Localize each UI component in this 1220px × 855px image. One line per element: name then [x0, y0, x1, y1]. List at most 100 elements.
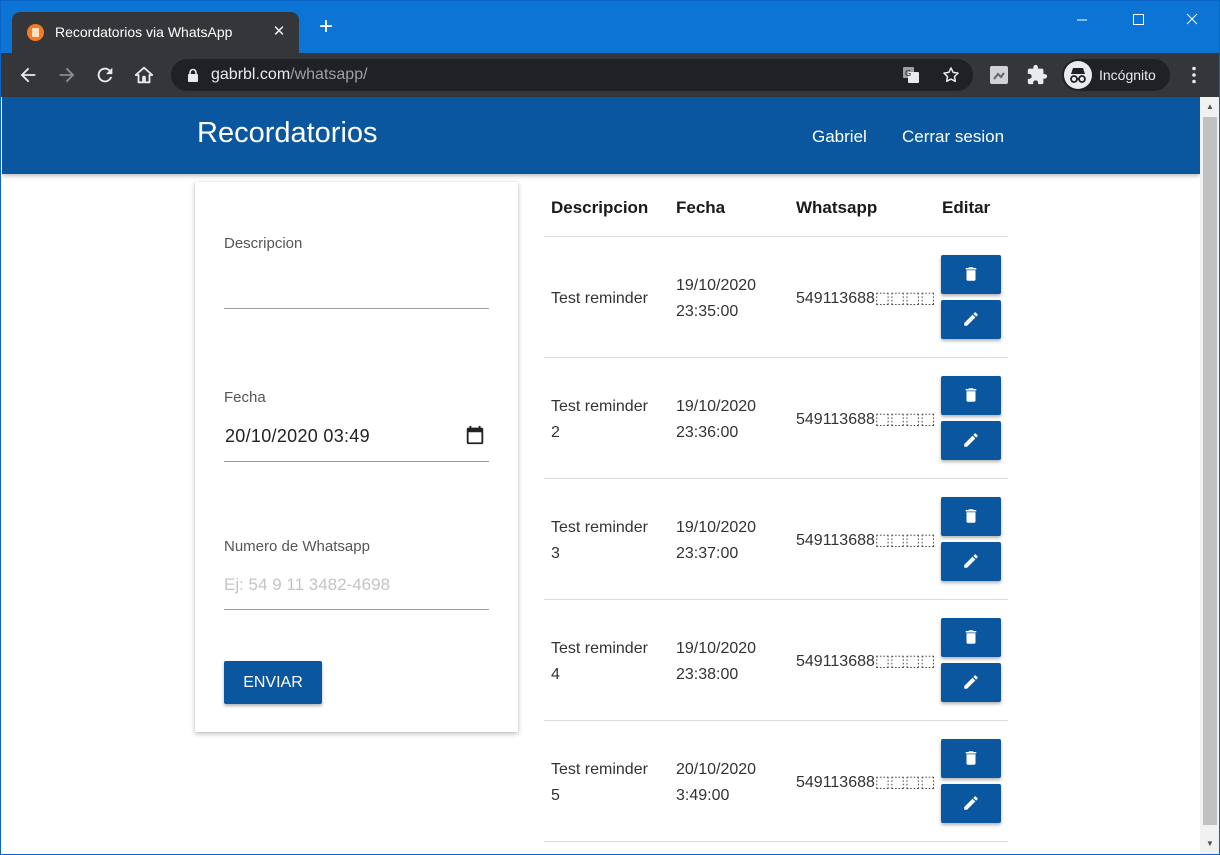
- edit-button[interactable]: [941, 300, 1001, 339]
- description-line-1: Test reminder: [551, 640, 648, 657]
- date-input[interactable]: 20/10/2020 03:49: [225, 426, 370, 447]
- reminder-date-day: 20/10/2020: [676, 761, 757, 778]
- new-tab-button[interactable]: +: [314, 15, 338, 39]
- reminder-date: 19/10/2020 23:36:00: [676, 394, 786, 446]
- calendar-icon[interactable]: [464, 424, 486, 446]
- reminder-date-day: 19/10/2020: [676, 398, 757, 415]
- reminder-date: 19/10/2020 23:37:00: [676, 515, 786, 567]
- description-line-2: 2: [551, 424, 560, 441]
- column-header-description: Descripcion: [551, 198, 649, 217]
- reminder-description: Test reminder: [551, 286, 669, 312]
- reminder-date-day: 19/10/2020: [676, 519, 757, 536]
- forward-icon[interactable]: [56, 64, 78, 86]
- delete-button[interactable]: [941, 739, 1001, 778]
- whatsapp-input[interactable]: Ej: 54 9 11 3482-4698: [224, 575, 390, 595]
- edit-button[interactable]: [941, 542, 1001, 581]
- menu-kebab-icon[interactable]: [1183, 64, 1205, 86]
- extensions-puzzle-icon[interactable]: [1026, 64, 1048, 86]
- reminder-whatsapp: 549113688⬚⬚⬚⬚: [796, 290, 936, 307]
- close-window-button[interactable]: [1169, 7, 1215, 33]
- title-bar: Recordatorios via WhatsApp ✕ +: [1, 1, 1219, 53]
- date-label: Fecha: [224, 389, 266, 406]
- description-line-1: Test reminder: [551, 519, 648, 536]
- column-header-whatsapp: Whatsapp: [796, 198, 878, 217]
- edit-button[interactable]: [941, 421, 1001, 460]
- incognito-icon: [1064, 61, 1092, 89]
- app-navbar: Recordatorios Gabriel Cerrar sesion: [2, 97, 1200, 174]
- brand-title[interactable]: Recordatorios: [197, 117, 378, 150]
- reminder-date-time: 23:36:00: [676, 424, 739, 441]
- reload-icon[interactable]: [94, 64, 116, 86]
- description-line-1: Test reminder: [551, 761, 648, 778]
- table-row: Test reminder 4 19/10/2020 23:38:00 54911368…: [544, 600, 1008, 721]
- page-scrollbar[interactable]: ▲ ▼: [1200, 97, 1219, 854]
- reminder-date: 19/10/2020 23:38:00: [676, 636, 786, 688]
- extension-screenshot-icon[interactable]: [988, 64, 1010, 86]
- row-divider: [544, 841, 1008, 842]
- whatsapp-label: Numero de Whatsapp: [224, 538, 370, 555]
- incognito-profile[interactable]: Incógnito: [1062, 59, 1170, 91]
- reminder-date-time: 23:35:00: [676, 303, 739, 320]
- edit-button[interactable]: [941, 663, 1001, 702]
- reminder-date-time: 23:37:00: [676, 545, 739, 562]
- home-icon[interactable]: [133, 64, 155, 86]
- whatsapp-underline: [224, 609, 489, 610]
- back-icon[interactable]: [17, 64, 39, 86]
- incognito-label: Incógnito: [1099, 67, 1156, 83]
- edit-button[interactable]: [941, 784, 1001, 823]
- reminder-date-day: 19/10/2020: [676, 640, 757, 657]
- description-line-1: Test reminder: [551, 290, 648, 307]
- reminder-date: 19/10/2020 23:35:00: [676, 273, 786, 325]
- browser-tab[interactable]: Recordatorios via WhatsApp ✕: [12, 12, 299, 53]
- minimize-button[interactable]: [1059, 7, 1105, 33]
- description-line-2: 3: [551, 545, 560, 562]
- reminder-date-time: 3:49:00: [676, 787, 730, 804]
- column-header-date: Fecha: [676, 198, 726, 217]
- svg-text:G: G: [905, 69, 911, 78]
- tab-close-icon[interactable]: ✕: [271, 22, 287, 40]
- maximize-button[interactable]: [1115, 7, 1161, 33]
- delete-button[interactable]: [941, 618, 1001, 657]
- description-input[interactable]: [224, 308, 489, 309]
- reminder-whatsapp: 549113688⬚⬚⬚⬚: [796, 653, 936, 670]
- description-line-2: 4: [551, 666, 560, 683]
- translate-icon[interactable]: G: [901, 65, 921, 85]
- delete-button[interactable]: [941, 255, 1001, 294]
- bookmark-star-icon[interactable]: [941, 65, 961, 85]
- url-path: /whatsapp/: [290, 66, 368, 83]
- reminder-description: Test reminder 4: [551, 636, 669, 688]
- description-line-2: 5: [551, 787, 560, 804]
- table-row: Test reminder 3 19/10/2020 23:37:00 54911368…: [544, 479, 1008, 600]
- favicon-icon: [27, 24, 44, 41]
- browser-toolbar: gabrbl.com/whatsapp/ G Incógnito: [1, 53, 1219, 97]
- date-underline: [224, 461, 489, 462]
- browser-window: Recordatorios via WhatsApp ✕ + gabrbl.co…: [0, 0, 1220, 855]
- close-icon: [1186, 13, 1198, 25]
- scroll-down-arrow-icon[interactable]: ▼: [1205, 839, 1215, 849]
- table-row: Test reminder 19/10/2020 23:35:00 549113688…: [544, 237, 1008, 358]
- reminder-description: Test reminder 3: [551, 515, 669, 567]
- scrollbar-thumb[interactable]: [1203, 117, 1217, 825]
- table-row: Test reminder 5 20/10/2020 3:49:00 549113688…: [544, 721, 1008, 842]
- reminder-description: Test reminder 2: [551, 394, 669, 446]
- reminder-whatsapp: 549113688⬚⬚⬚⬚: [796, 774, 936, 791]
- reminder-whatsapp: 549113688⬚⬚⬚⬚: [796, 411, 936, 428]
- scroll-up-arrow-icon[interactable]: ▲: [1205, 102, 1215, 112]
- minimize-icon: [1077, 19, 1087, 21]
- maximize-icon: [1133, 14, 1144, 25]
- url-host: gabrbl.com: [211, 66, 291, 83]
- url-text: gabrbl.com/whatsapp/: [211, 66, 368, 84]
- web-page: Recordatorios Gabriel Cerrar sesion Desc…: [2, 97, 1200, 854]
- delete-button[interactable]: [941, 376, 1001, 415]
- nav-link-logout[interactable]: Cerrar sesion: [902, 127, 1004, 147]
- address-bar[interactable]: gabrbl.com/whatsapp/ G: [171, 59, 973, 91]
- nav-link-user[interactable]: Gabriel: [812, 127, 867, 147]
- reminder-description: Test reminder 5: [551, 757, 669, 809]
- submit-button[interactable]: ENVIAR: [224, 661, 322, 704]
- delete-button[interactable]: [941, 497, 1001, 536]
- reminder-form-card: Descripcion Fecha 20/10/2020 03:49 Numer…: [195, 182, 518, 732]
- tab-title: Recordatorios via WhatsApp: [55, 24, 233, 40]
- column-header-edit: Editar: [942, 198, 991, 217]
- lock-icon: [188, 68, 198, 82]
- reminder-date-time: 23:38:00: [676, 666, 739, 683]
